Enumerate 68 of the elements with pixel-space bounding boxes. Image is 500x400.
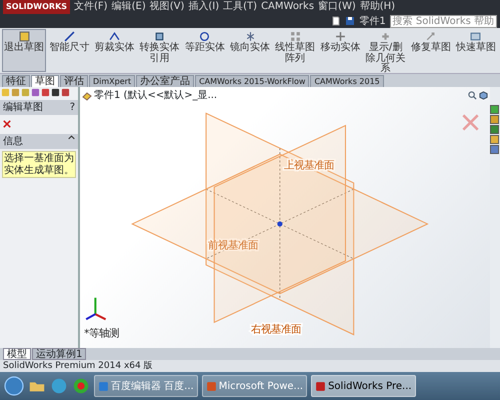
angle-icon <box>108 31 120 42</box>
status-text: SolidWorks Premium 2014 x64 版 <box>0 360 500 372</box>
ribbon-button[interactable]: 快速草图 <box>454 29 498 72</box>
taskbar-button[interactable]: SolidWorks Pre... <box>311 375 416 397</box>
start-icon[interactable] <box>4 376 24 396</box>
reference-plane[interactable] <box>206 112 354 336</box>
panel-title: 编辑草图 <box>3 100 43 115</box>
plane-label: 右视基准面 <box>251 324 302 336</box>
panel-icon <box>470 31 482 42</box>
command-tab[interactable]: DimXpert <box>89 75 136 87</box>
model-tab[interactable]: 运动算例1 <box>32 348 86 360</box>
sketch-icon <box>18 31 30 42</box>
menu-item[interactable]: 视图(V) <box>150 2 184 12</box>
menu-item[interactable]: CAMWorks <box>261 2 314 12</box>
model-tab[interactable]: 模型 <box>3 348 31 360</box>
axis-triad-icon <box>86 298 106 320</box>
ribbon-button[interactable]: 修复草图 <box>408 29 453 72</box>
close-icon[interactable] <box>3 120 11 128</box>
ribbon-button[interactable]: 线性草图阵列 <box>273 29 318 72</box>
menu-item[interactable]: 帮助(H) <box>360 2 396 12</box>
menu-item[interactable]: 插入(I) <box>188 2 220 12</box>
line-icon <box>64 31 75 42</box>
ribbon-button[interactable]: 智能尺寸 <box>47 29 92 72</box>
arrow-icon <box>425 31 436 42</box>
ribbon-button[interactable]: 移动实体 <box>318 29 362 72</box>
collapse-icon[interactable] <box>68 134 75 141</box>
grid-icon <box>290 31 301 42</box>
mirror-icon <box>244 31 256 42</box>
command-tab[interactable]: 特征 <box>2 75 30 87</box>
zoom-icon[interactable] <box>468 91 477 100</box>
info-message: 选择一基准面为实体生成草图。 <box>2 151 76 178</box>
save-icon[interactable] <box>345 16 356 26</box>
view-orientation-icon[interactable] <box>479 91 488 100</box>
ribbon-button[interactable]: 等距实体 <box>182 29 227 72</box>
program-icon <box>98 380 109 392</box>
menu-item[interactable]: 编辑(E) <box>112 2 146 12</box>
circle-icon <box>199 31 210 42</box>
command-tab[interactable]: 草图 <box>31 75 59 87</box>
menu-item[interactable]: 窗口(W) <box>318 2 356 12</box>
ribbon-button[interactable]: 剪裁实体 <box>92 29 137 72</box>
app-logo: SOLIDWORKS <box>3 0 70 14</box>
ribbon-button[interactable]: 显示/删除几何关系 <box>364 29 408 72</box>
new-file-icon[interactable] <box>331 16 342 26</box>
app-icon[interactable] <box>50 377 68 395</box>
feature-tree-root[interactable]: 零件1 (默认<<默认>_显... <box>94 88 218 103</box>
record-icon[interactable] <box>72 377 90 395</box>
command-tab[interactable]: 评估 <box>60 75 88 87</box>
cross-icon <box>380 31 392 42</box>
command-tab[interactable]: CAMWorks 2015-WorkFlow <box>195 75 310 87</box>
origin-icon <box>277 221 282 227</box>
search-field[interactable]: 搜索 SolidWorks 帮助 <box>390 14 497 28</box>
document-title: 零件1 <box>359 14 386 28</box>
part-icon <box>82 90 92 100</box>
move-icon <box>334 31 346 42</box>
rectangle-icon <box>154 31 166 42</box>
ribbon-button[interactable]: 镜向实体 <box>228 29 272 72</box>
program-icon <box>206 380 217 392</box>
help-icon[interactable]: ? <box>70 100 75 115</box>
ribbon-button[interactable]: 退出草图 <box>2 29 46 72</box>
reference-plane[interactable] <box>131 154 429 294</box>
view-label: *等轴测 <box>84 328 120 340</box>
menu-item[interactable]: 工具(T) <box>223 2 258 12</box>
command-tab[interactable]: CAMWorks 2015 <box>310 75 384 87</box>
menu-item[interactable]: 文件(F) <box>74 2 108 12</box>
command-tab[interactable]: 办公室产品 <box>136 75 194 87</box>
program-icon <box>315 380 326 392</box>
ribbon-button[interactable]: 转换实体引用 <box>138 29 182 72</box>
info-heading: 信息 <box>3 134 23 149</box>
